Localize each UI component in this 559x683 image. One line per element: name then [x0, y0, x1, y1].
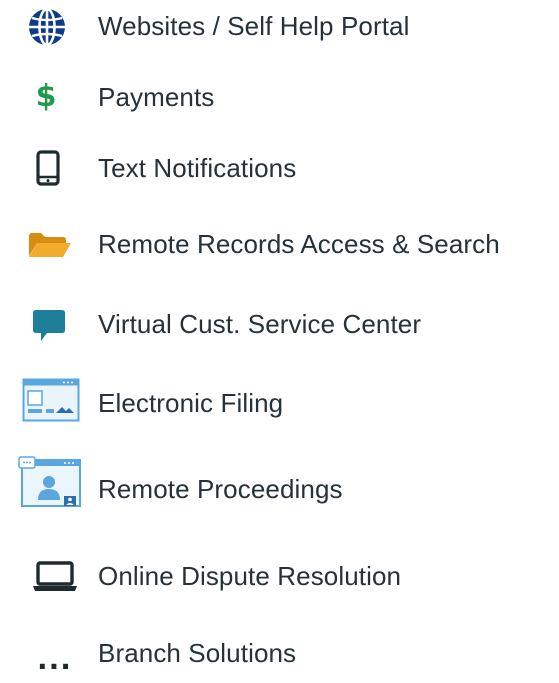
laptop-icon [33, 561, 77, 591]
menu-item-payments[interactable]: $ Payments [0, 67, 559, 127]
speech-bubble-icon [33, 310, 65, 341]
menu-item-online-dispute-resolution[interactable]: Online Dispute Resolution [0, 546, 559, 606]
menu-item-remote-records[interactable]: Remote Records Access & Search [0, 214, 559, 274]
menu-item-label: Electronic Filing [98, 388, 284, 418]
web-window-icon [22, 378, 80, 422]
menu-item-label: Remote Proceedings [98, 474, 343, 504]
menu-item-virtual-service-center[interactable]: Virtual Cust. Service Center [0, 294, 559, 354]
menu-item-label: Websites / Self Help Portal [98, 11, 410, 41]
menu-item-websites[interactable]: Websites / Self Help Portal [0, 0, 559, 56]
menu-item-label: Text Notifications [98, 153, 297, 183]
video-user-window-icon [18, 456, 81, 507]
menu-item-text-notifications[interactable]: Text Notifications [0, 138, 559, 198]
menu-item-remote-proceedings[interactable]: Remote Proceedings [0, 456, 559, 519]
menu-item-label: Virtual Cust. Service Center [98, 309, 422, 339]
menu-item-label: Payments [98, 82, 215, 112]
service-menu: Websites / Self Help Portal $ Payments T… [0, 0, 559, 674]
menu-item-branch-solutions[interactable]: ... Branch Solutions [0, 623, 559, 683]
menu-item-label: Online Dispute Resolution [98, 561, 402, 591]
ellipsis-icon: ... [37, 643, 72, 676]
menu-item-label: Branch Solutions [98, 638, 297, 668]
folder-open-icon [29, 233, 71, 257]
menu-item-label: Remote Records Access & Search [98, 229, 500, 259]
globe-icon [29, 7, 65, 47]
mobile-phone-icon [36, 150, 60, 186]
menu-item-electronic-filing[interactable]: Electronic Filing [0, 373, 559, 433]
dollar-icon: $ [35, 79, 57, 114]
